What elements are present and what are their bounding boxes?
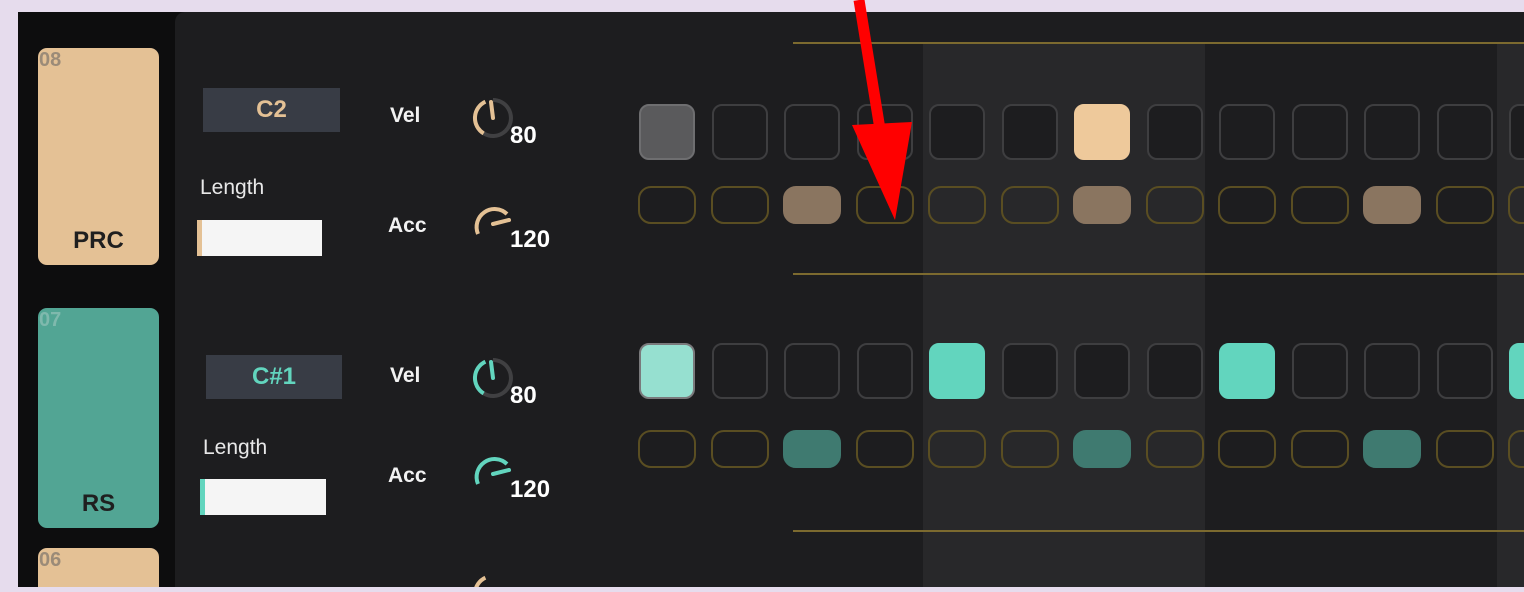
app-frame: 08 PRC 07 RS 06 C2 Length Vel 80 Acc 120… [18, 12, 1524, 587]
row-divider [793, 42, 1524, 44]
step-pad[interactable] [856, 104, 913, 160]
knob-arc-icon [472, 98, 513, 138]
accent-pad[interactable] [855, 430, 914, 468]
track-number: 07 [39, 309, 62, 331]
step-pad[interactable] [929, 104, 985, 160]
step-pad[interactable] [1436, 104, 1493, 160]
step-pad[interactable] [1364, 104, 1420, 160]
step-pad[interactable] [1146, 343, 1203, 399]
step-pad[interactable] [1001, 104, 1058, 160]
length-label: Length [203, 436, 268, 459]
accent-pad[interactable] [1508, 186, 1524, 224]
accent-pad[interactable] [1073, 186, 1131, 224]
step-pad[interactable] [1219, 343, 1275, 399]
accent-pad[interactable] [1435, 430, 1494, 468]
accent-pad[interactable] [1363, 186, 1421, 224]
row-divider [793, 273, 1524, 275]
accent-pad[interactable] [1290, 430, 1349, 468]
step-pad[interactable] [1509, 104, 1524, 160]
accent-value: 120 [510, 476, 551, 503]
accent-pad[interactable] [1145, 430, 1204, 468]
accent-pad[interactable] [710, 430, 769, 468]
step-pad[interactable] [1219, 104, 1275, 160]
accent-pad[interactable] [928, 186, 986, 224]
accent-pad[interactable] [1218, 186, 1276, 224]
step-pad[interactable] [639, 343, 695, 399]
step-pad[interactable] [1509, 343, 1524, 399]
note-select[interactable]: C#1 [206, 355, 342, 399]
accent-pad[interactable] [1073, 430, 1131, 468]
accent-knob[interactable] [471, 202, 515, 246]
row-divider [793, 530, 1524, 532]
velocity-knob[interactable] [471, 96, 515, 140]
step-pad[interactable] [1436, 343, 1493, 399]
accent-pad[interactable] [638, 430, 696, 468]
step-pad[interactable] [856, 343, 913, 399]
knob-arc-icon [472, 575, 487, 587]
length-slider-fill [197, 220, 202, 256]
track-tab-rs[interactable]: 07 RS [38, 308, 159, 528]
knob-arc-icon [472, 358, 513, 398]
accent-pad[interactable] [1363, 430, 1421, 468]
step-pad[interactable] [1146, 104, 1203, 160]
velocity-knob[interactable] [471, 356, 515, 400]
step-pad[interactable] [1001, 343, 1058, 399]
length-label: Length [200, 176, 265, 199]
accent-pad[interactable] [1508, 430, 1524, 468]
accent-pad[interactable] [783, 186, 841, 224]
step-pad[interactable] [929, 343, 985, 399]
step-pad[interactable] [711, 104, 768, 160]
step-pad[interactable] [784, 104, 840, 160]
step-pad[interactable] [711, 343, 768, 399]
accent-pad[interactable] [1290, 186, 1349, 224]
track-tab-prc[interactable]: 08 PRC [38, 48, 159, 265]
track-number: 06 [39, 549, 62, 571]
accent-value: 120 [510, 226, 551, 253]
knob-arc-icon [474, 457, 511, 485]
accent-pad[interactable] [1218, 430, 1276, 468]
length-slider-fill [200, 479, 205, 515]
velocity-value: 80 [510, 122, 537, 149]
length-slider[interactable] [200, 479, 326, 515]
acc-label: Acc [388, 214, 427, 237]
length-slider[interactable] [197, 220, 322, 256]
acc-label: Acc [388, 464, 427, 487]
accent-pad[interactable] [638, 186, 696, 224]
velocity-value: 80 [510, 382, 537, 409]
step-pad[interactable] [1364, 343, 1420, 399]
accent-pad[interactable] [1000, 186, 1059, 224]
accent-knob[interactable] [471, 452, 515, 496]
track-name: RS [81, 490, 116, 517]
knob-arc-icon [474, 207, 511, 235]
track-number: 08 [39, 49, 62, 71]
accent-pad[interactable] [1435, 186, 1494, 224]
note-select[interactable]: C2 [203, 88, 340, 132]
step-pad[interactable] [784, 343, 840, 399]
step-pad[interactable] [639, 104, 695, 160]
vel-label: Vel [390, 364, 421, 387]
step-pad[interactable] [1291, 343, 1348, 399]
accent-pad[interactable] [855, 186, 914, 224]
step-pad[interactable] [1074, 104, 1130, 160]
track-name: PRC [73, 227, 124, 254]
accent-pad[interactable] [710, 186, 769, 224]
vel-label: Vel [390, 104, 421, 127]
accent-pad[interactable] [783, 430, 841, 468]
accent-pad[interactable] [1145, 186, 1204, 224]
track-tab-06[interactable]: 06 [38, 548, 159, 587]
track-panel: C2 Length Vel 80 Acc 120 C#1 Length Vel … [175, 12, 1524, 587]
velocity-knob[interactable] [471, 572, 515, 587]
step-pad[interactable] [1074, 343, 1130, 399]
accent-pad[interactable] [928, 430, 986, 468]
step-pad[interactable] [1291, 104, 1348, 160]
accent-pad[interactable] [1000, 430, 1059, 468]
